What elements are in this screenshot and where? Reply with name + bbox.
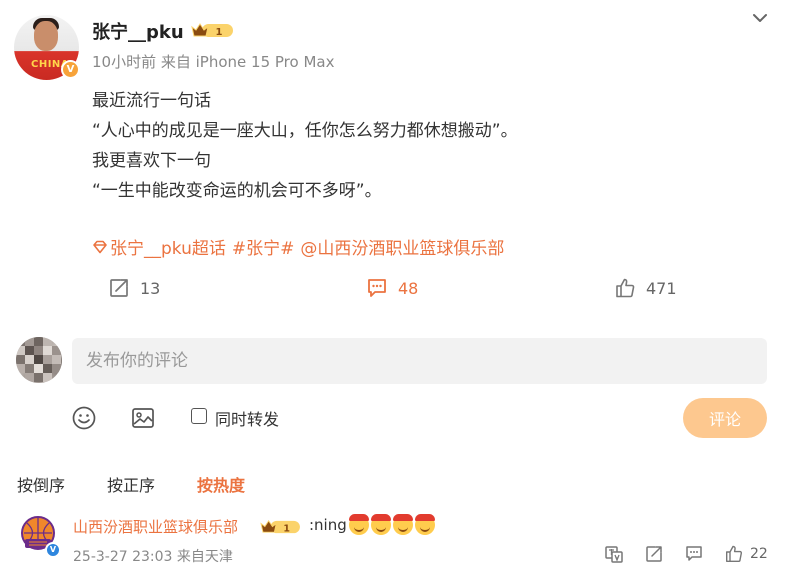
repost-checkbox[interactable] [191, 408, 207, 424]
post-meta: 10小时前 来自 iPhone 15 Pro Max [92, 53, 335, 71]
author-name[interactable]: 张宁__pku [92, 18, 184, 44]
reply-icon[interactable] [684, 544, 704, 564]
like-count: 471 [646, 278, 677, 298]
submit-comment-button[interactable]: 评论 [683, 398, 767, 438]
supertopic-diamond-icon [93, 240, 107, 254]
repost-count: 13 [140, 278, 161, 298]
verified-badge: V [61, 60, 80, 79]
post-line: “人心中的成见是一座大山，任你怎么努力都休想搬动”。 [92, 121, 518, 141]
emoji-icon [414, 514, 435, 535]
post-line: 我更喜欢下一句 [92, 151, 211, 171]
image-icon[interactable] [130, 405, 156, 431]
comment-text-content: :ning [309, 516, 347, 534]
like-button[interactable]: 471 [614, 276, 677, 300]
repost-icon [110, 279, 128, 297]
comment-count: 48 [398, 278, 419, 298]
svg-text:1: 1 [283, 523, 290, 534]
comment-icon [368, 279, 386, 297]
comment-text: :ning [309, 514, 435, 535]
hashtag-link[interactable]: #张宁# [232, 239, 295, 259]
emoji-icon[interactable] [71, 405, 97, 431]
sort-tab-chronological[interactable]: 按正序 [107, 472, 155, 496]
emoji-icon [348, 514, 369, 535]
comment-author[interactable]: 山西汾酒职业篮球俱乐部 [73, 516, 238, 537]
current-user-avatar [16, 337, 62, 383]
translate-icon[interactable] [604, 544, 624, 564]
emoji-icon [370, 514, 391, 535]
vip-crown-badge: 1 [191, 23, 233, 38]
mention-link[interactable]: @山西汾酒职业篮球俱乐部 [300, 239, 504, 259]
post-line: “一生中能改变命运的机会可不多呀”。 [92, 181, 382, 201]
repost-button[interactable]: 13 [108, 276, 160, 300]
thumbs-up-icon[interactable] [724, 544, 744, 564]
sort-tab-hot[interactable]: 按热度 [197, 472, 245, 496]
thumbs-up-icon [616, 278, 635, 298]
share-icon[interactable] [644, 544, 664, 564]
post-line: 最近流行一句话 [92, 91, 211, 111]
comment-like-count: 22 [750, 546, 768, 562]
club-verified-badge: V [45, 542, 61, 558]
emoji-icon [392, 514, 413, 535]
comment-input[interactable] [72, 338, 767, 384]
chevron-down-icon[interactable] [750, 10, 770, 26]
sort-tab-reverse[interactable]: 按倒序 [17, 472, 65, 496]
post-body: 最近流行一句话 “人心中的成见是一座大山，任你怎么努力都休想搬动”。 我更喜欢下… [92, 86, 518, 206]
comment-button[interactable]: 48 [366, 276, 418, 300]
supertopic-link[interactable]: 张宁__pku超话 [110, 239, 226, 259]
post-tags: 张宁__pku超话 #张宁# @山西汾酒职业篮球俱乐部 [92, 234, 510, 259]
repost-checkbox-label[interactable]: 同时转发 [215, 406, 279, 430]
vip-crown-badge: 1 [260, 519, 300, 534]
svg-text:1: 1 [216, 27, 223, 38]
comment-meta: 25-3-27 23:03 来自天津 [73, 549, 233, 565]
